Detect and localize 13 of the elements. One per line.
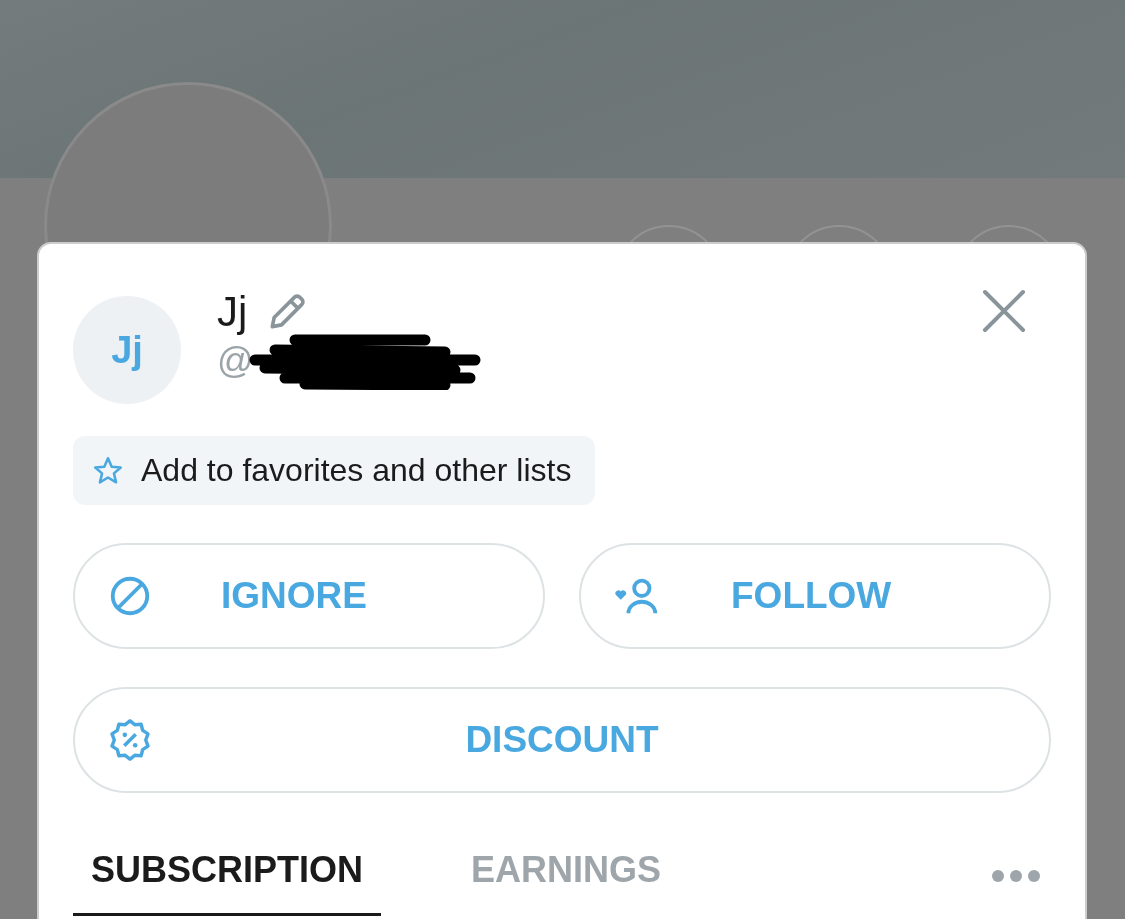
favorites-button[interactable]: Add to favorites and other lists — [73, 436, 596, 505]
discount-button[interactable]: DISCOUNT — [73, 687, 1051, 793]
follow-button[interactable]: FOLLOW — [579, 543, 1051, 649]
close-button[interactable] — [981, 288, 1027, 334]
user-name: Jj — [217, 288, 248, 336]
tab[interactable]: SUBSCRIPTION — [73, 835, 382, 916]
tab[interactable]: EARNINGS — [453, 835, 680, 916]
avatar: Jj — [73, 296, 181, 404]
discount-badge-icon — [107, 717, 153, 763]
more-icon[interactable] — [991, 868, 1041, 883]
close-icon — [981, 288, 1027, 334]
ignore-button[interactable]: IGNORE — [73, 543, 545, 649]
user-handle: @ — [217, 340, 254, 382]
